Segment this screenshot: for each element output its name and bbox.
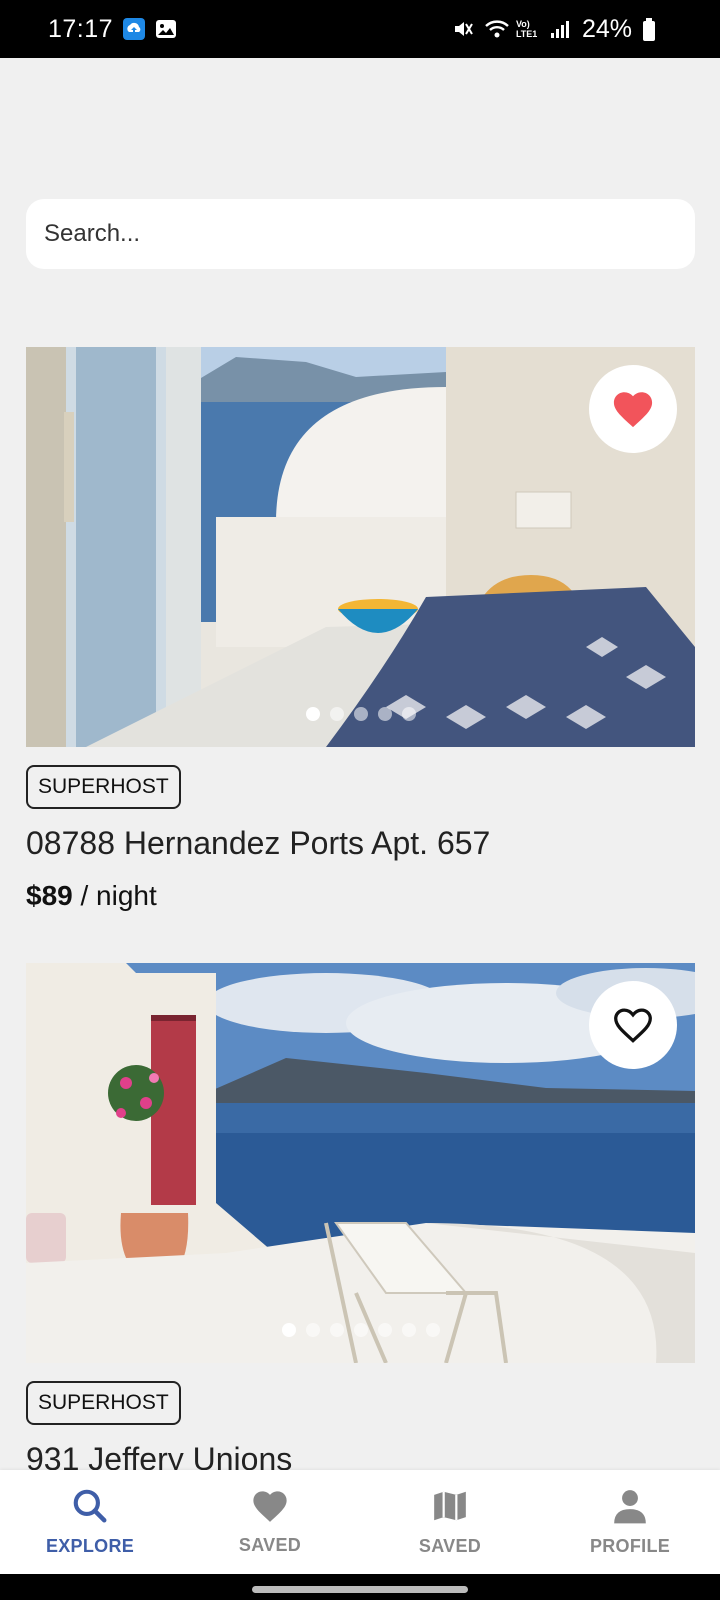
listing-card[interactable]: SUPERHOST 08788 Hernandez Ports Apt. 657… xyxy=(26,347,695,912)
image-pager-dots xyxy=(26,707,695,721)
pager-dot[interactable] xyxy=(329,1323,344,1337)
pager-dot[interactable] xyxy=(401,1323,416,1337)
signal-label: Vo) LTE1 xyxy=(515,19,538,39)
pager-dot[interactable] xyxy=(353,1323,368,1337)
listing-price: $89 / night xyxy=(26,880,695,912)
pager-dot[interactable] xyxy=(401,707,416,721)
search-icon xyxy=(71,1487,109,1530)
explore-screen: SUPERHOST 08788 Hernandez Ports Apt. 657… xyxy=(0,58,720,1470)
battery-percent: 24% xyxy=(581,14,632,43)
battery-icon xyxy=(642,18,664,41)
person-icon xyxy=(611,1487,649,1530)
image-pager-dots xyxy=(26,1323,695,1337)
status-right: Vo) LTE1 24% xyxy=(452,15,664,44)
favorite-button[interactable] xyxy=(589,981,677,1069)
pager-dot[interactable] xyxy=(281,1323,296,1337)
status-bar: 17:17 Vo) LTE1 24% xyxy=(0,0,720,58)
gallery-icon xyxy=(155,18,177,40)
nav-profile[interactable]: PROFILE xyxy=(540,1487,720,1557)
superhost-badge: SUPERHOST xyxy=(26,765,181,809)
status-time: 17:17 xyxy=(48,14,114,43)
bottom-navigation: EXPLORE SAVED SAVED PROFILE xyxy=(0,1470,720,1574)
nav-label: SAVED xyxy=(238,1535,302,1555)
heart-outline-icon xyxy=(611,1005,655,1045)
gesture-bar xyxy=(0,1574,720,1600)
wifi-icon xyxy=(484,18,509,40)
nav-label: SAVED xyxy=(418,1536,482,1556)
nav-map[interactable]: SAVED xyxy=(360,1487,540,1557)
listing-title: 08788 Hernandez Ports Apt. 657 xyxy=(26,825,491,861)
favorite-button[interactable] xyxy=(589,365,677,453)
listing-title: 931 Jeffery Unions xyxy=(26,1441,293,1470)
home-gesture-pill[interactable] xyxy=(252,1586,468,1593)
search-input[interactable] xyxy=(26,199,695,269)
price-amount: $89 xyxy=(26,880,73,911)
heart-icon xyxy=(251,1488,289,1529)
nav-label: PROFILE xyxy=(589,1536,671,1556)
pager-dot[interactable] xyxy=(329,707,344,721)
pager-dot[interactable] xyxy=(305,707,320,721)
pager-dot[interactable] xyxy=(425,1323,440,1337)
pager-dot[interactable] xyxy=(377,707,392,721)
pager-dot[interactable] xyxy=(305,1323,320,1337)
cloud-upload-icon xyxy=(123,18,146,40)
heart-filled-icon xyxy=(611,389,655,429)
status-left: 17:17 xyxy=(48,15,177,44)
superhost-badge: SUPERHOST xyxy=(26,1381,181,1425)
price-suffix: / night xyxy=(80,880,157,911)
signal-icon xyxy=(550,18,572,40)
nav-label: EXPLORE xyxy=(45,1536,135,1556)
listing-image[interactable] xyxy=(26,963,695,1363)
mute-icon xyxy=(452,18,474,40)
map-icon xyxy=(431,1487,469,1530)
nav-explore[interactable]: EXPLORE xyxy=(0,1487,180,1557)
nav-saved[interactable]: SAVED xyxy=(180,1488,360,1556)
listing-image[interactable] xyxy=(26,347,695,747)
pager-dot[interactable] xyxy=(377,1323,392,1337)
listing-card[interactable]: SUPERHOST 931 Jeffery Unions xyxy=(26,963,695,1470)
pager-dot[interactable] xyxy=(353,707,368,721)
